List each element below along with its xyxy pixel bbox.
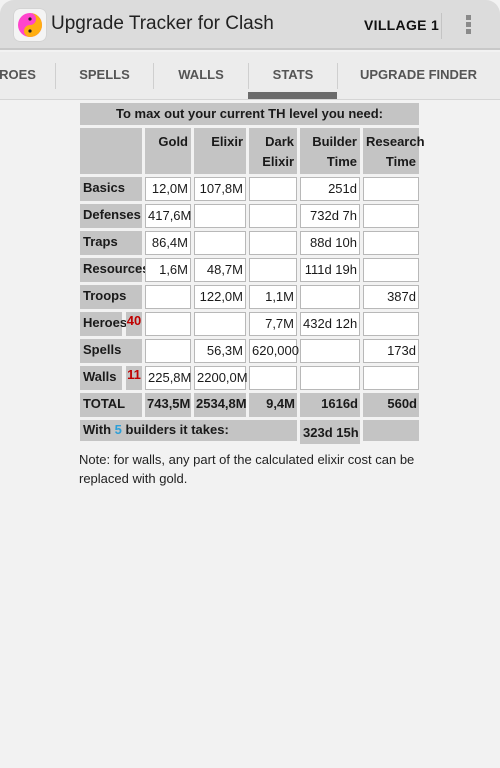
table-cell: 12,0M (145, 177, 191, 201)
table-cell: 432d 12h (300, 312, 360, 336)
total-cell: 1616d (300, 393, 360, 417)
row-label: Walls (80, 366, 122, 390)
app-title: Upgrade Tracker for Clash (51, 13, 274, 34)
table-cell: 225,8M (145, 366, 191, 390)
table-cell: 387d (363, 285, 419, 309)
table-cell (249, 204, 297, 228)
yin-yang-icon[interactable] (14, 9, 46, 41)
table-cell (300, 285, 360, 309)
table-cell: 732d 7h (300, 204, 360, 228)
action-bar: Upgrade Tracker for Clash VILLAGE 1 (0, 0, 500, 50)
column-header: Research Time (363, 128, 425, 174)
table-cell (363, 258, 419, 282)
table-cell (145, 339, 191, 363)
table-cell: 107,8M (194, 177, 246, 201)
total-cell: 560d (363, 393, 419, 417)
table-cell (194, 204, 246, 228)
table-cell (194, 312, 246, 336)
column-header: Gold (145, 128, 191, 174)
column-header: Dark Elixir (249, 128, 297, 174)
tab-upgrade-finder[interactable]: UPGRADE FINDER (338, 52, 499, 100)
table-cell (249, 258, 297, 282)
row-label: Defenses (80, 204, 142, 228)
selected-tab-indicator (248, 92, 337, 99)
table-cell (363, 177, 419, 201)
table-cell: 122,0M (194, 285, 246, 309)
table-cell: 56,3M (194, 339, 246, 363)
row-label: Basics (80, 177, 142, 201)
table-cell: 620,000 (249, 339, 299, 363)
overflow-menu-icon[interactable] (466, 15, 472, 36)
row-label: Resources (80, 258, 149, 282)
table-cell: 111d 19h (300, 258, 360, 282)
table-cell: 7,7M (249, 312, 297, 336)
empty-cell (363, 420, 419, 441)
table-cell (145, 285, 191, 309)
table-cell (363, 231, 419, 255)
divider (441, 13, 442, 39)
walls-note: Note: for walls, any part of the calcula… (79, 452, 415, 486)
column-header: Elixir (194, 128, 246, 174)
tab-walls[interactable]: WALLS (154, 52, 248, 100)
table-cell (363, 312, 419, 336)
builders-time: 323d 15h (300, 420, 360, 444)
table-cell: 1,6M (145, 258, 191, 282)
builder-count: 5 (114, 422, 122, 437)
builders-label: With 5 builders it takes: (80, 420, 297, 441)
tab-spells[interactable]: SPELLS (56, 52, 153, 100)
row-label: Spells (80, 339, 142, 363)
row-label: Heroes (80, 312, 127, 336)
total-cell: 743,5M (145, 393, 191, 417)
table-title: To max out your current TH level you nee… (80, 103, 419, 125)
column-header (80, 128, 142, 174)
builders-prefix: With (83, 422, 115, 437)
builders-suffix: builders it takes: (121, 422, 229, 437)
table-cell (145, 312, 191, 336)
table-cell (363, 366, 419, 390)
table-cell: 173d (363, 339, 419, 363)
table-cell (249, 366, 297, 390)
table-cell: 251d (300, 177, 360, 201)
total-cell: 9,4M (249, 393, 297, 417)
village-selector[interactable]: VILLAGE 1 (364, 17, 439, 33)
table-cell: 2200,0M (194, 366, 248, 390)
row-label: Traps (80, 231, 142, 255)
row-badge: 11 (126, 366, 142, 390)
table-cell: 48,7M (194, 258, 246, 282)
tab-heroes[interactable]: ROES (0, 52, 55, 100)
table-cell (249, 231, 297, 255)
table-cell: 417,6M (145, 204, 191, 228)
total-label: TOTAL (80, 393, 142, 417)
row-label: Troops (80, 285, 142, 309)
table-cell: 1,1M (249, 285, 297, 309)
table-cell (300, 366, 360, 390)
table-cell: 88d 10h (300, 231, 360, 255)
row-badge: 40 (126, 312, 142, 336)
total-cell: 2534,8M (194, 393, 247, 417)
column-header: Builder Time (300, 128, 360, 174)
table-cell (300, 339, 360, 363)
table-cell (194, 231, 246, 255)
table-cell (249, 177, 297, 201)
table-cell (363, 204, 419, 228)
table-cell: 86,4M (145, 231, 191, 255)
